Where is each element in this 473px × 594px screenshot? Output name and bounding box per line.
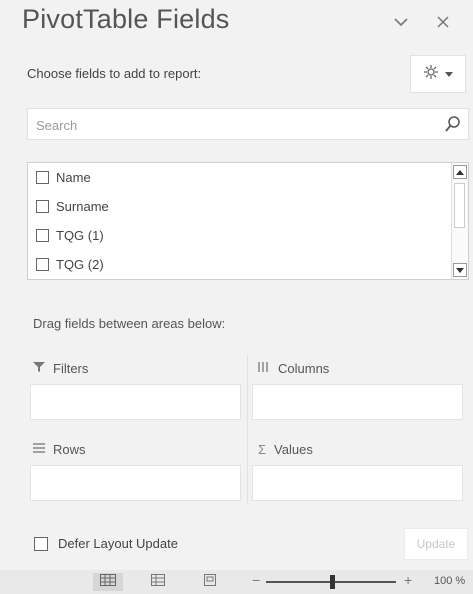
values-area-label: Σ Values (258, 442, 313, 457)
field-checkbox[interactable] (36, 257, 49, 271)
normal-view-button[interactable] (93, 573, 123, 591)
page-layout-icon (151, 573, 165, 591)
zoom-out-button[interactable]: − (252, 572, 260, 588)
field-label: TQG (1) (56, 227, 104, 243)
rows-icon (33, 442, 45, 457)
field-label: TQG (2) (56, 256, 104, 272)
dropdown-arrow-icon (445, 65, 453, 83)
search-input[interactable] (34, 109, 438, 141)
columns-icon (258, 361, 270, 376)
field-search (27, 108, 469, 141)
update-button[interactable]: Update (404, 528, 468, 560)
sigma-icon: Σ (258, 442, 267, 457)
filters-drop-area[interactable] (30, 384, 241, 420)
defer-layout-update[interactable]: Defer Layout Update (34, 536, 178, 551)
page-break-icon (204, 573, 216, 591)
collapse-pane-button[interactable] (388, 10, 414, 36)
page-break-view-button[interactable] (195, 573, 225, 591)
rows-drop-area[interactable] (30, 465, 241, 501)
zoom-in-button[interactable]: + (404, 572, 412, 588)
drag-fields-label: Drag fields between areas below: (33, 316, 226, 331)
field-item-name[interactable]: Name (36, 166, 91, 188)
filters-area-label: Filters (33, 361, 88, 376)
areas-divider (247, 355, 248, 504)
field-checkbox[interactable] (36, 170, 49, 184)
tools-button[interactable] (410, 55, 466, 93)
values-drop-area[interactable] (252, 465, 463, 501)
close-pane-button[interactable] (430, 10, 456, 36)
pivottable-fields-pane: PivotTable Fields Choose fields to add t… (0, 0, 473, 594)
filters-label: Filters (53, 361, 89, 376)
search-icon[interactable] (444, 115, 462, 138)
choose-fields-label: Choose fields to add to report: (27, 66, 202, 81)
values-label: Values (274, 442, 313, 457)
field-list: Name Surname TQG (1) TQG (2) (27, 162, 469, 280)
pane-title: PivotTable Fields (22, 4, 230, 34)
rows-label: Rows (53, 442, 86, 457)
chevron-down-icon (393, 14, 409, 32)
field-item-tqg-1[interactable]: TQG (1) (36, 224, 104, 246)
columns-area-label: Columns (258, 361, 329, 376)
field-label: Surname (56, 198, 109, 214)
zoom-slider-thumb[interactable] (330, 575, 335, 589)
field-item-tqg-2[interactable]: TQG (2) (36, 253, 104, 275)
scroll-thumb[interactable] (454, 183, 465, 228)
scroll-down-button[interactable] (453, 263, 467, 277)
page-layout-view-button[interactable] (143, 573, 173, 591)
filter-icon (33, 361, 45, 376)
close-icon (436, 12, 450, 35)
columns-drop-area[interactable] (252, 384, 463, 420)
status-bar: − + 100 % (0, 570, 473, 594)
defer-checkbox[interactable] (34, 536, 48, 551)
gear-icon (423, 64, 439, 85)
zoom-level[interactable]: 100 % (434, 575, 465, 587)
scroll-up-button[interactable] (453, 165, 467, 179)
field-checkbox[interactable] (36, 199, 49, 213)
field-label: Name (56, 169, 91, 185)
rows-area-label: Rows (33, 442, 86, 457)
field-checkbox[interactable] (36, 228, 49, 242)
field-list-scrollbar[interactable] (451, 163, 468, 279)
field-item-surname[interactable]: Surname (36, 195, 109, 217)
columns-label: Columns (278, 361, 330, 376)
defer-label: Defer Layout Update (58, 536, 178, 551)
normal-view-icon (100, 573, 116, 591)
